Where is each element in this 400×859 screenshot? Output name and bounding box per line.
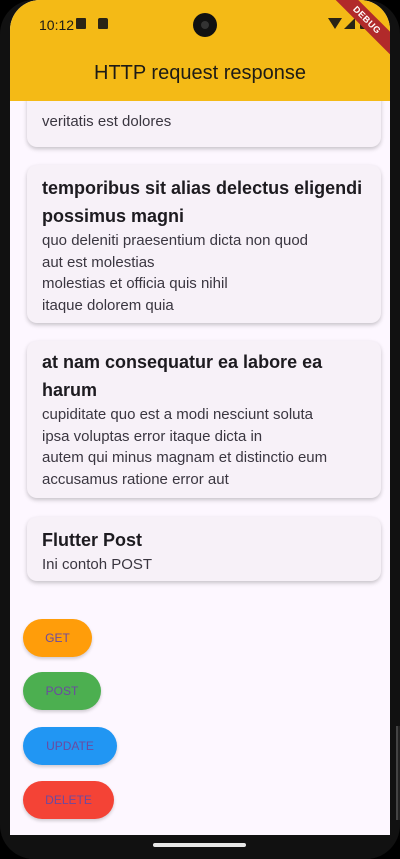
camera-cutout <box>193 13 217 37</box>
post-title: Flutter Post <box>42 530 143 550</box>
phone-frame: 10:12 HTTP request response veritatis es… <box>0 0 400 859</box>
signal-icon <box>344 18 355 29</box>
page-title: HTTP request response <box>94 62 306 84</box>
post-body: veritatis est dolores <box>42 113 172 130</box>
screen: 10:12 HTTP request response veritatis es… <box>10 0 390 835</box>
update-button[interactable]: UPDATE <box>23 727 117 765</box>
post-title: at nam consequatur ea labore ea harum <box>42 352 323 400</box>
post-title: temporibus sit alias delectus eligendi p… <box>42 178 363 226</box>
home-indicator[interactable] <box>153 843 246 847</box>
post-card[interactable]: temporibus sit alias delectus eligendi p… <box>27 165 381 323</box>
side-edge-tab[interactable] <box>396 726 400 820</box>
wifi-icon <box>328 18 342 29</box>
post-body: Ini contoh POST <box>42 556 153 573</box>
navigation-bar <box>0 835 400 859</box>
post-list[interactable]: veritatis est dolores temporibus sit ali… <box>10 101 390 601</box>
sd-card-icon <box>98 18 108 29</box>
delete-button[interactable]: DELETE <box>23 781 114 819</box>
status-time: 10:12 <box>39 17 75 33</box>
app-bar: 10:12 HTTP request response <box>10 0 390 101</box>
post-body: quo deleniti praesentium dicta non quod … <box>42 232 309 314</box>
post-button[interactable]: POST <box>23 672 101 710</box>
post-card[interactable]: at nam consequatur ea labore ea harum cu… <box>27 341 381 498</box>
status-bar: 10:12 <box>10 0 390 48</box>
get-button[interactable]: GET <box>23 619 92 657</box>
post-body: cupiditate quo est a modi nesciunt solut… <box>42 406 328 488</box>
notification-icon <box>76 18 86 29</box>
post-card[interactable]: veritatis est dolores <box>27 101 381 147</box>
post-card[interactable]: Flutter Post Ini contoh POST <box>27 517 381 581</box>
